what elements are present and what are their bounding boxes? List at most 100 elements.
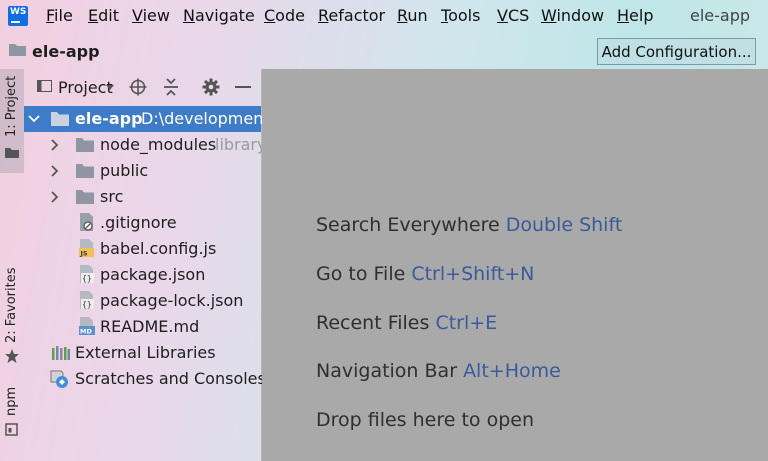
chevron-right-icon[interactable]	[51, 165, 59, 177]
menu-window-mnemonic: W	[541, 6, 557, 25]
app-logo-text: WS	[10, 7, 27, 17]
menu-vcs-label: CS	[507, 6, 530, 25]
project-tool-window: Project ele-app D:\development\ node_mod…	[24, 69, 275, 461]
tree-item-ele-app[interactable]: ele-app D:\development\	[24, 106, 275, 132]
tree-item-label: babel.config.js	[100, 239, 217, 258]
tree-item-label: package.json	[100, 265, 206, 284]
menu-run[interactable]: Run	[397, 6, 428, 26]
minimize-icon[interactable]	[235, 86, 251, 89]
menu-help-mnemonic: H	[617, 6, 630, 25]
menu-view[interactable]: View	[132, 6, 170, 26]
svg-text:{}: {}	[82, 274, 92, 283]
tree-item-src[interactable]: src	[24, 184, 261, 210]
menu-tools-mnemonic: T	[441, 6, 449, 25]
tree-item-external-libraries[interactable]: External Libraries	[24, 340, 261, 366]
tip-text: Navigation Bar	[316, 360, 458, 382]
tip-text: Search Everywhere	[316, 214, 500, 236]
menu-file-mnemonic: F	[46, 6, 55, 25]
menu-run-label: un	[407, 6, 428, 25]
menu-window[interactable]: Window	[541, 6, 604, 26]
tree-item-node-modules[interactable]: node_modules library	[24, 132, 266, 158]
tip-recent-files: Recent Files Ctrl+E	[316, 311, 497, 335]
menu-tools[interactable]: Tools	[441, 6, 480, 26]
json-file-icon: {}	[80, 291, 94, 309]
tree-item-babel-config[interactable]: JS babel.config.js	[24, 236, 261, 262]
svg-text:MD: MD	[80, 328, 92, 336]
tool-tab-project-label: 1: Project	[4, 75, 19, 137]
menu-window-label: indow	[556, 6, 605, 25]
menu-edit-label: dit	[98, 6, 119, 25]
window-title: ele-app	[690, 6, 751, 25]
tree-item-label: package-lock.json	[100, 291, 244, 310]
tip-search-everywhere: Search Everywhere Double Shift	[316, 213, 622, 237]
menu-run-mnemonic: R	[397, 6, 408, 25]
folder-icon	[9, 44, 26, 56]
tree-item-package-lock-json[interactable]: {} package-lock.json	[24, 288, 261, 314]
menu-navigate-label: avigate	[194, 6, 255, 25]
add-configuration-button[interactable]: Add Configuration...	[597, 38, 756, 65]
tree-item-label: Scratches and Consoles	[75, 369, 266, 388]
menu-bar: WS File Edit View Navigate Code Refactor…	[0, 0, 768, 33]
menu-view-label: iew	[142, 6, 170, 25]
json-file-icon: {}	[80, 265, 94, 283]
menu-help-label: elp	[629, 6, 654, 25]
tree-item-package-json[interactable]: {} package.json	[24, 262, 261, 288]
menu-vcs[interactable]: VCS	[497, 6, 529, 26]
tree-item-label: External Libraries	[75, 343, 216, 362]
breadcrumb[interactable]: ele-app	[32, 42, 100, 62]
tree-item-readme[interactable]: MD README.md	[24, 314, 261, 340]
folder-icon	[5, 148, 19, 158]
tree-item-label: README.md	[100, 317, 200, 336]
gear-icon[interactable]	[202, 78, 220, 96]
editor-empty-area[interactable]: Search Everywhere Double Shift Go to Fil…	[262, 69, 768, 461]
markdown-file-icon: MD	[79, 317, 95, 336]
menu-edit[interactable]: Edit	[88, 6, 119, 26]
tool-tab-project[interactable]: 1: Project	[0, 69, 24, 173]
menu-navigate-mnemonic: N	[183, 6, 195, 25]
app-logo-icon: WS	[8, 6, 28, 26]
collapse-all-icon[interactable]	[163, 78, 179, 96]
tree-item-path: D:\development\	[141, 109, 276, 128]
tree-item-scratches[interactable]: Scratches and Consoles	[24, 366, 266, 392]
menu-tools-label: ools	[448, 6, 481, 25]
folder-icon	[76, 190, 94, 204]
app-logo-bar	[11, 21, 20, 23]
tip-shortcut: Ctrl+Shift+N	[411, 263, 535, 285]
menu-code[interactable]: Code	[264, 6, 305, 26]
tool-tab-npm[interactable]: npm	[0, 384, 24, 444]
tree-item-public[interactable]: public	[24, 158, 261, 184]
tool-tab-npm-label: npm	[4, 386, 19, 416]
tip-navigation-bar: Navigation Bar Alt+Home	[316, 359, 561, 383]
project-view-selector[interactable]: Project	[58, 78, 113, 98]
libraries-icon	[52, 346, 70, 360]
menu-navigate[interactable]: Navigate	[183, 6, 255, 26]
folder-icon	[76, 138, 94, 152]
scratches-icon	[50, 370, 68, 388]
star-icon	[5, 349, 19, 363]
ignore-file-icon	[80, 213, 93, 231]
tree-item-label: ele-app	[75, 109, 143, 128]
chevron-down-icon[interactable]	[106, 85, 114, 91]
locate-target-icon[interactable]	[129, 78, 147, 96]
tip-shortcut: Ctrl+E	[435, 312, 498, 334]
tool-tab-favorites[interactable]: 2: Favorites	[0, 267, 24, 369]
javascript-file-icon: JS	[79, 239, 94, 258]
chevron-right-icon[interactable]	[51, 139, 59, 151]
tip-shortcut: Double Shift	[505, 214, 623, 236]
svg-text:JS: JS	[80, 250, 88, 258]
tree-item-hint: library	[215, 135, 267, 154]
menu-code-mnemonic: C	[264, 6, 276, 25]
npm-icon	[5, 423, 18, 436]
tip-text: Drop files here to open	[316, 409, 535, 431]
menu-refactor-label: efactor	[328, 6, 386, 25]
tip-go-to-file: Go to File Ctrl+Shift+N	[316, 262, 534, 286]
menu-help[interactable]: Help	[617, 6, 653, 26]
folder-icon	[51, 112, 69, 126]
chevron-down-icon[interactable]	[28, 115, 40, 123]
tree-item-gitignore[interactable]: .gitignore	[24, 210, 261, 236]
menu-refactor[interactable]: Refactor	[318, 6, 385, 26]
chevron-right-icon[interactable]	[51, 191, 59, 203]
tip-text: Go to File	[316, 263, 406, 285]
tip-text: Recent Files	[316, 312, 430, 334]
menu-file[interactable]: File	[46, 6, 73, 26]
